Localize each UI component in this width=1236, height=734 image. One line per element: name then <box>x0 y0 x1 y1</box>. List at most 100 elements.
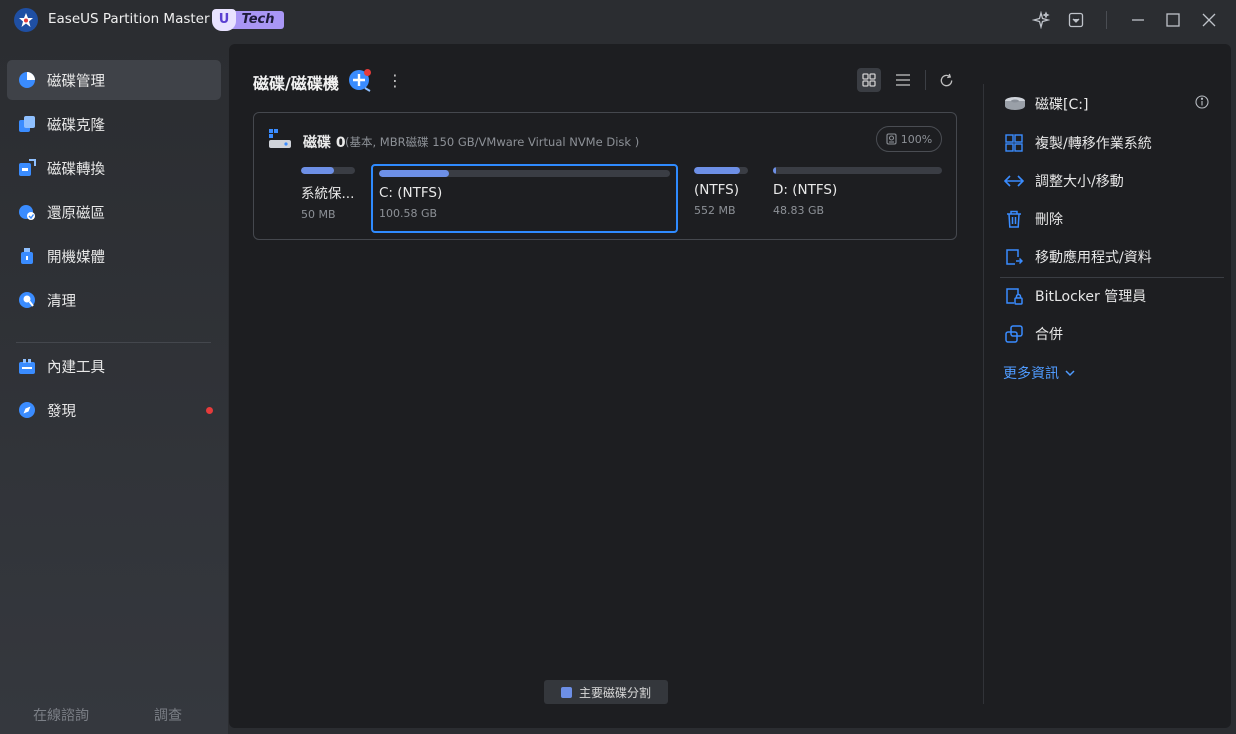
actions-divider <box>1000 277 1224 278</box>
chevron-down-icon <box>1065 369 1075 376</box>
sidebar-item-recover-partition[interactable]: 還原磁區 <box>7 192 221 232</box>
minimize-icon[interactable] <box>1128 10 1148 30</box>
sidebar-divider <box>16 342 211 343</box>
partition-size: 100.58 GB <box>379 207 438 220</box>
partition-legend: 主要磁碟分割 <box>544 680 668 704</box>
add-disk-icon <box>349 69 371 92</box>
disk-health-badge[interactable]: 100% <box>876 126 942 152</box>
resize-move-icon <box>1004 171 1024 191</box>
sidebar-item-label: 開機媒體 <box>47 249 105 266</box>
page-title: 磁碟/磁碟機 <box>253 74 339 93</box>
partition-item[interactable]: 系統保... 50 MB <box>301 167 355 221</box>
cleanup-icon <box>18 291 36 309</box>
disk-clone-icon <box>18 115 36 133</box>
list-view-icon <box>896 74 910 86</box>
right-panel-divider <box>983 84 984 704</box>
disk-card[interactable]: 磁碟 0 (基本, MBR磁碟 150 GB/VMware Virtual NV… <box>253 112 957 240</box>
migrate-os-icon <box>1004 133 1024 153</box>
app-logo-icon <box>14 8 38 32</box>
more-info-link[interactable]: 更多資訊 <box>1003 363 1075 383</box>
partition-usage-fill <box>694 167 740 174</box>
sidebar-item-disk-clone[interactable]: 磁碟克隆 <box>7 104 221 144</box>
online-consult-link[interactable]: 在線諮詢 <box>33 705 89 725</box>
merge-action[interactable]: 合併 <box>1004 323 1063 345</box>
partition-size: 552 MB <box>694 204 736 217</box>
sidebar-item-disk-convert[interactable]: 磁碟轉換 <box>7 148 221 188</box>
legend-label: 主要磁碟分割 <box>578 685 651 700</box>
action-label: 合併 <box>1035 327 1063 343</box>
sparkle-icon[interactable] <box>1031 10 1051 30</box>
action-label: 移動應用程式/資料 <box>1035 250 1152 266</box>
app-migration-icon <box>1004 247 1024 267</box>
toolkit-icon <box>18 357 36 375</box>
bitlocker-icon <box>1004 286 1024 306</box>
main-panel: 磁碟/磁碟機 ⋮ 磁碟 0 (基本, MBR磁碟 150 GB/VMware V… <box>229 44 1231 728</box>
partition-name: 系統保... <box>301 186 355 202</box>
partition-usage-bar <box>379 170 670 177</box>
disk-management-icon <box>18 71 36 89</box>
tech-badge-u: U <box>212 9 236 31</box>
partition-name: (NTFS) <box>694 182 739 198</box>
sidebar-item-discover[interactable]: 發現 <box>7 390 221 430</box>
disk-health-icon <box>886 133 897 145</box>
discover-icon <box>18 401 36 419</box>
disk-health-value: 100% <box>900 132 933 146</box>
primary-partition-swatch <box>560 686 572 698</box>
add-disk-button[interactable] <box>348 68 372 92</box>
partition-usage-bar <box>301 167 355 174</box>
close-icon[interactable] <box>1199 10 1219 30</box>
partition-usage-fill <box>379 170 449 177</box>
delete-action[interactable]: 刪除 <box>1004 208 1063 230</box>
sidebar-item-bootable-media[interactable]: 開機媒體 <box>7 236 221 276</box>
info-icon[interactable] <box>1195 94 1211 110</box>
sidebar-item-label: 磁碟管理 <box>47 73 105 90</box>
sidebar: 磁碟管理 磁碟克隆 磁碟轉換 還原磁區 開機媒體 清理 內建工具 發現 在線諮詢… <box>0 40 228 734</box>
bootable-media-icon <box>18 247 36 265</box>
grid-view-button[interactable] <box>857 68 881 92</box>
sidebar-item-label: 還原磁區 <box>47 205 105 222</box>
app-migration-action[interactable]: 移動應用程式/資料 <box>1004 246 1152 268</box>
refresh-button[interactable] <box>934 68 958 92</box>
action-label: 刪除 <box>1035 212 1063 228</box>
sidebar-item-cleanup[interactable]: 清理 <box>7 280 221 320</box>
selected-partition-title: 磁碟[C:] <box>1035 97 1089 113</box>
partition-item-selected[interactable]: C: (NTFS) 100.58 GB <box>371 164 678 233</box>
disk-description: (基本, MBR磁碟 150 GB/VMware Virtual NVMe Di… <box>345 135 640 149</box>
maximize-icon[interactable] <box>1163 10 1183 30</box>
action-label: BitLocker 管理員 <box>1035 289 1147 305</box>
list-view-button[interactable] <box>891 68 915 92</box>
more-info-label: 更多資訊 <box>1003 366 1059 382</box>
hard-disk-icon <box>269 129 291 149</box>
title-bar: EaseUS Partition Master Tech U <box>0 0 1236 40</box>
drive-icon <box>1004 96 1026 112</box>
more-options-icon[interactable]: ⋮ <box>387 72 403 90</box>
sidebar-item-label: 發現 <box>47 403 76 420</box>
sidebar-item-label: 內建工具 <box>47 359 105 376</box>
delete-icon <box>1004 209 1024 229</box>
grid-view-icon <box>862 73 876 87</box>
tech-badge[interactable]: Tech U <box>212 9 286 31</box>
partition-item[interactable]: D: (NTFS) 48.83 GB <box>773 167 942 217</box>
partition-name: C: (NTFS) <box>379 185 443 201</box>
partition-name: D: (NTFS) <box>773 182 838 198</box>
sidebar-item-label: 磁碟克隆 <box>47 117 105 134</box>
merge-icon <box>1004 324 1024 344</box>
sidebar-item-disk-management[interactable]: 磁碟管理 <box>7 60 221 100</box>
migrate-os-action[interactable]: 複製/轉移作業系統 <box>1004 132 1152 154</box>
survey-link[interactable]: 調查 <box>154 705 182 725</box>
app-title: EaseUS Partition Master <box>48 11 210 27</box>
toolbar-separator <box>925 70 926 90</box>
notification-dot <box>206 407 213 414</box>
refresh-icon <box>940 73 952 86</box>
bitlocker-action[interactable]: BitLocker 管理員 <box>1004 285 1146 307</box>
resize-move-action[interactable]: 調整大小/移動 <box>1004 170 1124 192</box>
partition-usage-bar <box>694 167 748 174</box>
partition-item[interactable]: (NTFS) 552 MB <box>694 167 748 217</box>
partition-size: 48.83 GB <box>773 204 825 217</box>
partition-usage-fill <box>301 167 335 174</box>
dropdown-icon[interactable] <box>1066 10 1086 30</box>
action-label: 複製/轉移作業系統 <box>1035 136 1152 152</box>
sidebar-item-toolkit[interactable]: 內建工具 <box>7 346 221 386</box>
disk-name: 磁碟 0 <box>303 135 346 151</box>
action-label: 調整大小/移動 <box>1035 174 1124 190</box>
